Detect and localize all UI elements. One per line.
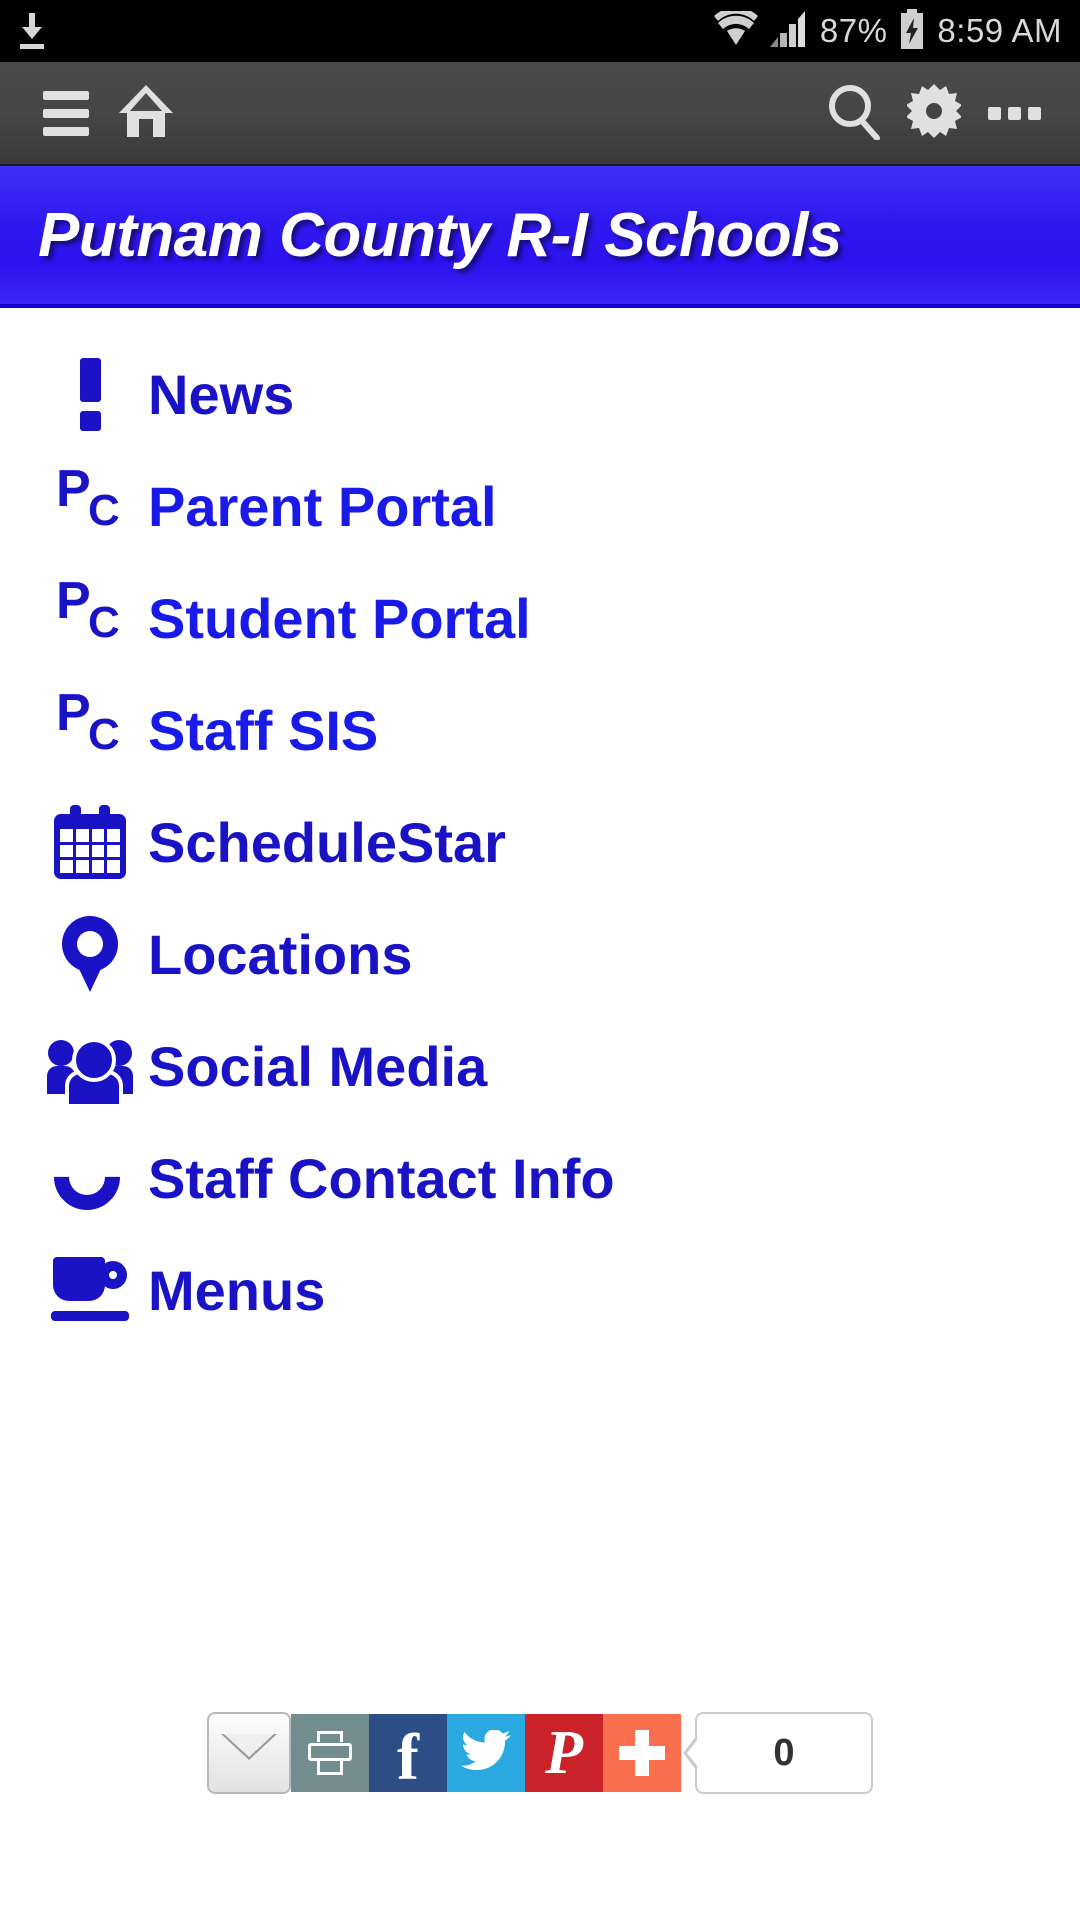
pc-logo-icon: P C bbox=[44, 463, 136, 545]
cellular-signal-icon bbox=[769, 10, 808, 52]
share-count-bubble[interactable]: 0 bbox=[695, 1712, 873, 1794]
pc-logo-p: P bbox=[56, 684, 91, 742]
coffee-cup-icon bbox=[44, 1257, 136, 1323]
overflow-menu-button[interactable] bbox=[974, 73, 1054, 153]
menu-item-locations[interactable]: Locations bbox=[0, 898, 1080, 1010]
share-pinterest-button[interactable]: P bbox=[525, 1714, 603, 1792]
battery-percent-label: 87% bbox=[819, 12, 888, 49]
pc-logo-c: C bbox=[88, 486, 120, 535]
menu-item-label: Menus bbox=[148, 1258, 326, 1322]
map-pin-icon bbox=[44, 916, 136, 992]
overflow-menu-icon bbox=[987, 106, 1041, 120]
share-count-label: 0 bbox=[773, 1731, 795, 1774]
status-bar-left bbox=[18, 13, 46, 49]
printer-icon bbox=[308, 1731, 352, 1775]
share-facebook-button[interactable]: f bbox=[369, 1714, 447, 1792]
menu-item-social-media[interactable]: Social Media bbox=[0, 1010, 1080, 1122]
share-addthis-button[interactable] bbox=[603, 1714, 681, 1792]
status-bar: 87% 8:59 AM bbox=[0, 0, 1080, 62]
plus-icon bbox=[619, 1730, 665, 1776]
app-toolbar bbox=[0, 62, 1080, 166]
hamburger-menu-icon bbox=[43, 90, 89, 136]
pc-logo-icon: P C bbox=[44, 575, 136, 657]
menu-item-parent-portal[interactable]: P C Parent Portal bbox=[0, 450, 1080, 562]
menu-item-label: Student Portal bbox=[148, 586, 531, 650]
menu-item-label: Parent Portal bbox=[148, 474, 497, 538]
page-title: Putnam County R-I Schools bbox=[38, 200, 842, 270]
share-print-button[interactable] bbox=[291, 1714, 369, 1792]
menu-item-student-portal[interactable]: P C Student Portal bbox=[0, 562, 1080, 674]
battery-charging-icon bbox=[899, 8, 925, 54]
menu-item-menus[interactable]: Menus bbox=[0, 1234, 1080, 1346]
phone-icon bbox=[40, 1130, 136, 1224]
search-icon bbox=[825, 82, 883, 145]
calendar-icon bbox=[44, 805, 136, 879]
site-banner: Putnam County R-I Schools bbox=[0, 166, 1080, 308]
menu-item-news[interactable]: News bbox=[0, 338, 1080, 450]
home-icon bbox=[117, 83, 175, 144]
wifi-icon bbox=[713, 6, 758, 52]
menu-item-label: ScheduleStar bbox=[148, 810, 506, 874]
share-email-button[interactable] bbox=[207, 1712, 291, 1794]
envelope-icon bbox=[221, 1734, 277, 1772]
menu-item-label: News bbox=[148, 362, 295, 426]
search-button[interactable] bbox=[814, 73, 894, 153]
hamburger-menu-button[interactable] bbox=[26, 73, 106, 153]
menu-item-staff-sis[interactable]: P C Staff SIS bbox=[0, 674, 1080, 786]
pc-logo-icon: P C bbox=[44, 687, 136, 769]
clock-label: 8:59 AM bbox=[937, 12, 1062, 49]
menu-item-schedulestar[interactable]: ScheduleStar bbox=[0, 786, 1080, 898]
main-menu-list: News P C Parent Portal P C Student Porta… bbox=[0, 308, 1080, 1346]
pc-logo-c: C bbox=[88, 598, 120, 647]
menu-item-staff-contact-info[interactable]: Staff Contact Info bbox=[0, 1122, 1080, 1234]
facebook-icon: f bbox=[397, 1721, 419, 1794]
share-bar: f P 0 bbox=[0, 1712, 1080, 1794]
twitter-bird-icon bbox=[461, 1728, 511, 1777]
download-icon bbox=[18, 13, 46, 49]
exclamation-icon bbox=[44, 357, 136, 431]
gear-icon bbox=[906, 83, 962, 143]
settings-button[interactable] bbox=[894, 73, 974, 153]
pinterest-icon: P bbox=[545, 1719, 583, 1787]
menu-item-label: Locations bbox=[148, 922, 413, 986]
people-group-icon bbox=[44, 1034, 136, 1108]
menu-item-label: Staff SIS bbox=[148, 698, 379, 762]
pc-logo-c: C bbox=[88, 710, 120, 759]
pc-logo-p: P bbox=[56, 572, 91, 630]
share-twitter-button[interactable] bbox=[447, 1714, 525, 1792]
pc-logo-p: P bbox=[56, 460, 91, 518]
menu-item-label: Staff Contact Info bbox=[148, 1146, 615, 1210]
status-bar-right: 87% 8:59 AM bbox=[713, 6, 1062, 54]
home-button[interactable] bbox=[106, 73, 186, 153]
menu-item-label: Social Media bbox=[148, 1034, 488, 1098]
